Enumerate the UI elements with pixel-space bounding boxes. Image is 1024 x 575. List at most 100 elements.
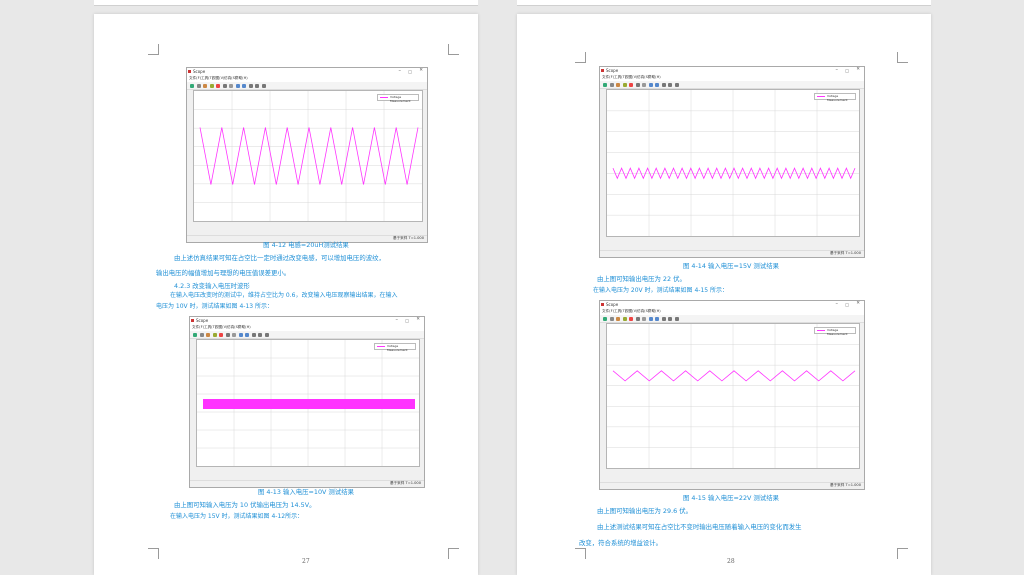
step-icon[interactable] — [219, 332, 223, 337]
menu-item[interactable]: 文件(F) — [192, 325, 204, 330]
status-text: 基于采样 T=1.000 — [829, 251, 861, 255]
status-text: 基于采样 T=1.000 — [389, 481, 421, 485]
menu-item[interactable]: 视图(V) — [215, 325, 227, 330]
zoom-axes-icon[interactable] — [242, 83, 246, 88]
window-title: Scope — [606, 302, 619, 307]
settings-icon[interactable] — [603, 316, 607, 321]
minimize-icon[interactable]: – — [836, 301, 839, 307]
paragraph: 改变，符合系统的增益设计。 — [579, 539, 663, 547]
cursor-icon[interactable] — [258, 332, 262, 337]
stop-icon[interactable] — [616, 316, 620, 321]
menu-item[interactable]: 文件(F) — [602, 75, 614, 80]
record-icon[interactable] — [635, 316, 640, 321]
fit-icon[interactable] — [248, 83, 253, 88]
menu-item[interactable]: 帮助(H) — [648, 75, 661, 80]
step-icon[interactable] — [629, 316, 633, 321]
zoom-in-icon[interactable] — [648, 82, 653, 87]
separator-icon[interactable] — [196, 83, 201, 88]
fit-icon[interactable] — [661, 316, 666, 321]
close-icon[interactable]: ✕ — [856, 301, 860, 306]
menu-item[interactable]: 视图(V) — [625, 309, 637, 314]
settings-icon[interactable] — [190, 83, 194, 88]
plot-legend: Voltage Measurement — [374, 343, 416, 352]
stop-icon[interactable] — [203, 83, 207, 88]
plot-area: Voltage Measurement — [606, 323, 860, 469]
menu-item[interactable]: 视图(V) — [212, 76, 224, 81]
plot-legend: Voltage Measurement — [814, 93, 856, 102]
highlight-icon[interactable] — [229, 83, 233, 88]
close-icon[interactable]: ✕ — [416, 317, 420, 322]
record-icon[interactable] — [635, 82, 640, 87]
figure-caption: 图 4-15 输入电压=22V 测试结果 — [683, 494, 779, 502]
run-icon[interactable] — [622, 82, 627, 87]
zoom-in-icon[interactable] — [235, 83, 240, 88]
maximize-icon[interactable]: □ — [845, 302, 849, 307]
run-icon[interactable] — [212, 332, 217, 337]
figure-caption: 图 4-13 输入电压=10V 测试结果 — [258, 488, 354, 496]
maximize-icon[interactable]: □ — [405, 318, 409, 323]
stop-icon[interactable] — [616, 82, 620, 87]
crop-mark — [897, 548, 908, 559]
measure-icon[interactable] — [261, 83, 266, 88]
highlight-icon[interactable] — [232, 332, 236, 337]
figure-caption: 图 4-12 电感=20uH测试结果 — [263, 241, 349, 249]
zoom-axes-icon[interactable] — [655, 82, 659, 87]
crop-mark — [148, 548, 159, 559]
menu-item[interactable]: 视图(V) — [625, 75, 637, 80]
status-text: 基于采样 T=1.000 — [829, 483, 861, 487]
minimize-icon[interactable]: – — [836, 67, 839, 73]
run-icon[interactable] — [622, 316, 627, 321]
cursor-icon[interactable] — [668, 316, 672, 321]
window-title: Scope — [193, 69, 206, 74]
settings-icon[interactable] — [603, 82, 607, 87]
menu-item[interactable]: 文件(F) — [189, 76, 201, 81]
maximize-icon[interactable]: □ — [845, 68, 849, 73]
step-icon[interactable] — [216, 83, 220, 88]
fit-icon[interactable] — [661, 82, 666, 87]
measure-icon[interactable] — [264, 332, 269, 337]
matlab-icon — [601, 69, 604, 72]
step-icon[interactable] — [629, 82, 633, 87]
highlight-icon[interactable] — [642, 82, 646, 87]
cursor-icon[interactable] — [668, 82, 672, 87]
minimize-icon[interactable]: – — [396, 317, 399, 323]
separator-icon[interactable] — [609, 82, 614, 87]
fit-icon[interactable] — [251, 332, 256, 337]
legend-label: Voltage Measurement — [827, 328, 848, 336]
crop-mark — [575, 52, 586, 63]
stop-icon[interactable] — [206, 332, 210, 337]
zoom-in-icon[interactable] — [238, 332, 243, 337]
waveform-plot — [194, 91, 422, 221]
close-icon[interactable]: ✕ — [419, 68, 423, 73]
paragraph: 在输入电压为 15V 时，测试结果如图 4-12所示： — [170, 513, 304, 520]
menu-item[interactable]: 帮助(H) — [648, 309, 661, 314]
zoom-axes-icon[interactable] — [655, 316, 659, 321]
minimize-icon[interactable]: – — [399, 68, 402, 74]
measure-icon[interactable] — [674, 316, 679, 321]
highlight-icon[interactable] — [642, 316, 646, 321]
waveform-plot — [197, 340, 419, 466]
zoom-axes-icon[interactable] — [245, 332, 249, 337]
settings-icon[interactable] — [193, 332, 197, 337]
menu-item[interactable]: 文件(F) — [602, 309, 614, 314]
cursor-icon[interactable] — [255, 83, 259, 88]
scope-toolbar — [600, 81, 864, 89]
run-icon[interactable] — [209, 83, 214, 88]
record-icon[interactable] — [225, 332, 230, 337]
paragraph: 输出电压的幅值增加与理想的电压值误差更小。 — [156, 269, 291, 277]
zoom-in-icon[interactable] — [648, 316, 653, 321]
menu-item[interactable]: 帮助(H) — [235, 76, 248, 81]
scope-window-fig-4-14: Scope – □ ✕ 文件(F) 工具(T) 视图(V) 仿真(S) 帮助(H) Voltage… — [599, 66, 865, 258]
crop-mark — [148, 44, 159, 55]
menu-item[interactable]: 帮助(H) — [238, 325, 251, 330]
plot-legend: Voltage Measurement — [377, 94, 419, 103]
measure-icon[interactable] — [674, 82, 679, 87]
close-icon[interactable]: ✕ — [856, 67, 860, 72]
separator-icon[interactable] — [609, 316, 614, 321]
legend-label: Voltage Measurement — [390, 95, 411, 103]
plot-area: Voltage Measurement — [606, 89, 860, 237]
scope-window-fig-4-13: Scope – □ ✕ 文件(F) 工具(T) 视图(V) 仿真(S) 帮助(H) Voltage… — [189, 316, 425, 488]
record-icon[interactable] — [222, 83, 227, 88]
separator-icon[interactable] — [199, 332, 204, 337]
maximize-icon[interactable]: □ — [408, 69, 412, 74]
